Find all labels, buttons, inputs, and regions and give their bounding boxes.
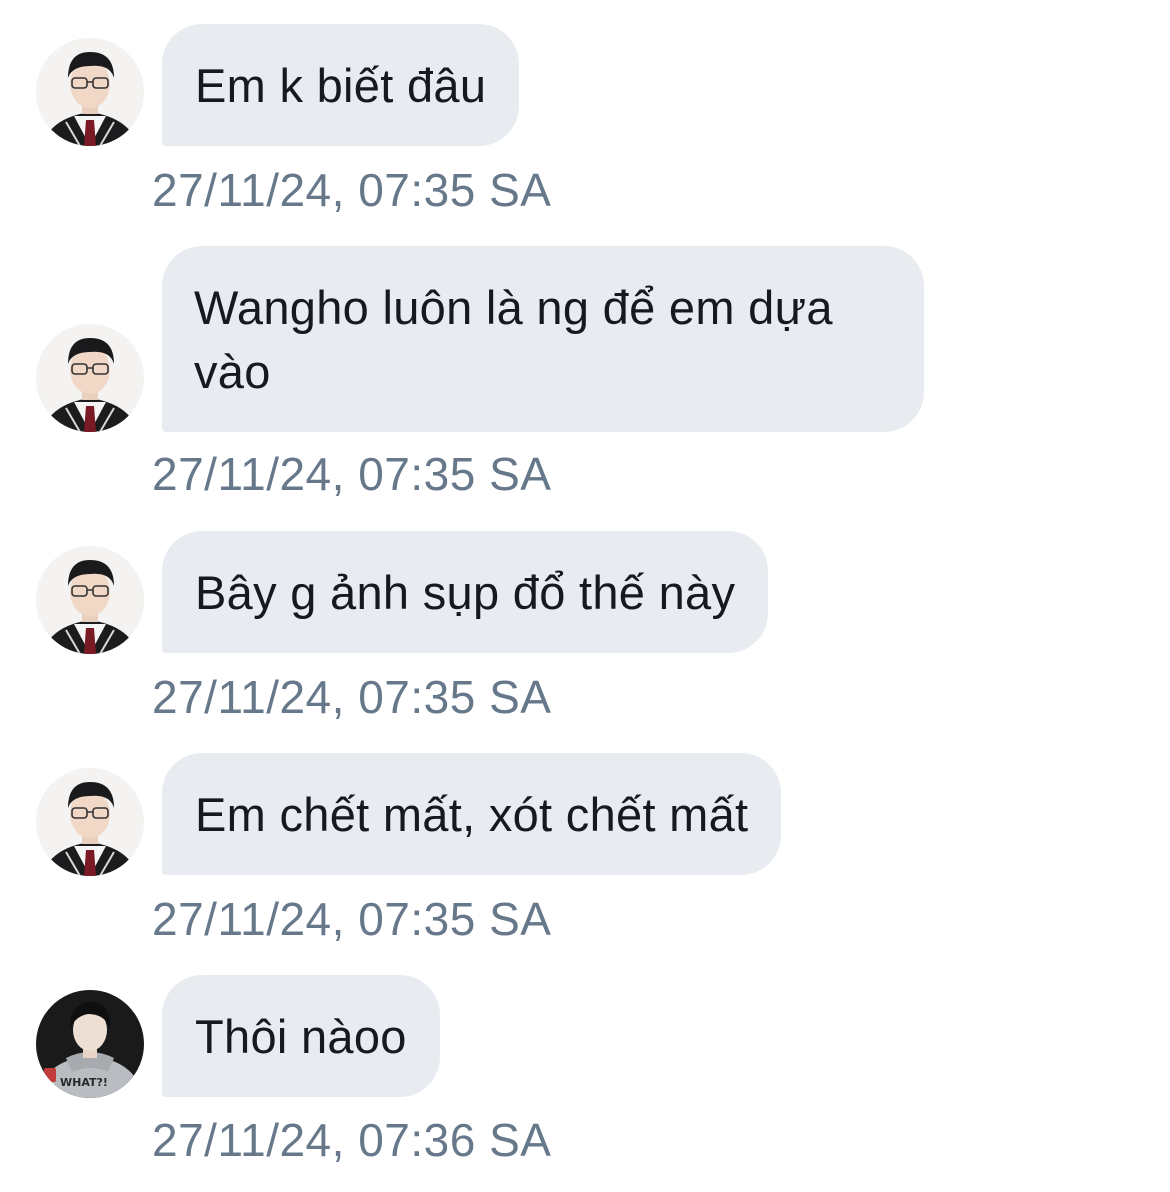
message-text: Bây g ảnh sụp đổ thế này (195, 566, 736, 619)
avatar-contact-b[interactable]: WHAT?! (36, 990, 144, 1098)
profile-photo-icon: WHAT?! (36, 990, 144, 1098)
message-bubble[interactable]: Thôi nàoo (162, 975, 440, 1097)
message-timestamp: 27/11/24, 07:35 SA (152, 671, 552, 723)
message-bubble[interactable]: Em chết mất, xót chết mất (162, 753, 782, 875)
message-bubble[interactable]: Wangho luôn là ng để em dựa vào (162, 246, 924, 432)
profile-photo-icon (36, 324, 144, 432)
avatar-contact-a[interactable] (36, 546, 144, 654)
svg-text:WHAT?!: WHAT?! (60, 1076, 108, 1089)
message-bubble[interactable]: Bây g ảnh sụp đổ thế này (162, 531, 769, 653)
chat-thread: Em k biết đâu 27/11/24, 07:35 SA Wangho … (0, 0, 1170, 1192)
message-timestamp: 27/11/24, 07:36 SA (152, 1114, 552, 1166)
profile-photo-icon (36, 768, 144, 876)
avatar-contact-a[interactable] (36, 324, 144, 432)
avatar-contact-a[interactable] (36, 768, 144, 876)
message-timestamp: 27/11/24, 07:35 SA (152, 448, 552, 500)
message-text: Em chết mất, xót chết mất (195, 788, 749, 841)
profile-photo-icon (36, 38, 144, 146)
message-text: Thôi nàoo (195, 1010, 407, 1063)
message-timestamp: 27/11/24, 07:35 SA (152, 164, 552, 216)
profile-photo-icon (36, 546, 144, 654)
message-text: Wangho luôn là ng để em dựa vào (194, 281, 833, 398)
avatar-contact-a[interactable] (36, 38, 144, 146)
message-bubble[interactable]: Em k biết đâu (162, 24, 520, 146)
message-text: Em k biết đâu (195, 59, 487, 112)
message-timestamp: 27/11/24, 07:35 SA (152, 893, 552, 945)
